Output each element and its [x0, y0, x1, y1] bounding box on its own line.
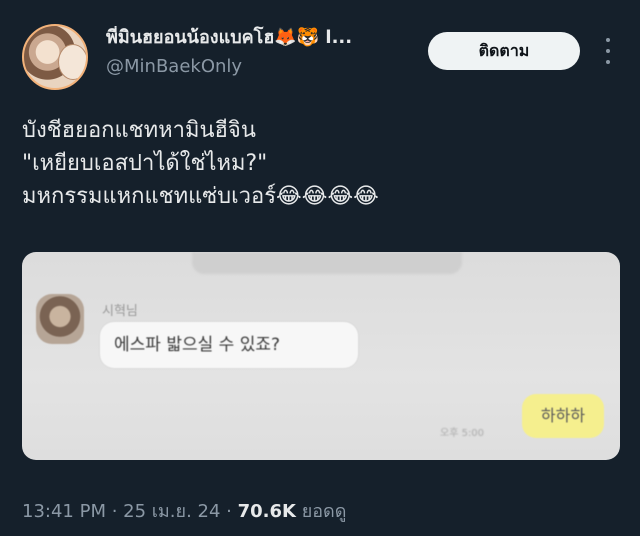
- meta-separator: ·: [220, 501, 238, 522]
- tweet-date[interactable]: 25 เม.ย. 24: [123, 501, 220, 522]
- chat-time-sent: 오후 5:00: [440, 428, 485, 439]
- author-avatar[interactable]: [22, 24, 88, 90]
- views-count: 70.6K: [237, 501, 296, 522]
- follow-button[interactable]: ติดตาม: [428, 32, 580, 70]
- author-names: พี่มินฮยอนน้องแบคโฮ🦊🐯 l... @MinBaekOnly: [106, 26, 416, 77]
- tweet-meta: 13:41 PM · 25 เม.ย. 24 · 70.6K ยอดดู: [22, 496, 346, 525]
- tweet-media-image[interactable]: 시혁님 에스파 밟으실 수 있죠? 오후 5:00 하하하: [22, 252, 620, 460]
- chat-bubble-received: 에스파 밟으실 수 있죠?: [100, 322, 358, 368]
- author-display-name[interactable]: พี่มินฮยอนน้องแบคโฮ🦊🐯 l...: [106, 26, 416, 50]
- tweet-time[interactable]: 13:41 PM: [22, 501, 106, 522]
- chat-bubble-sent: 하하하: [522, 394, 604, 438]
- chat-sender-name: 시혁님: [102, 304, 138, 319]
- tweet-text: บังชีฮยอกแชทหามินฮีจิน "เหยียบเอสปาได้ใช…: [22, 118, 379, 209]
- tweet-header: พี่มินฮยอนน้องแบคโฮ🦊🐯 l... @MinBaekOnly …: [22, 24, 622, 94]
- meta-separator: ·: [105, 501, 124, 522]
- ellipsis-vertical-icon[interactable]: [602, 38, 614, 64]
- author-handle[interactable]: @MinBaekOnly: [106, 56, 416, 77]
- views-label: ยอดดู: [301, 501, 347, 522]
- avatar-face: [58, 44, 86, 80]
- chat-date-pill: [192, 252, 462, 274]
- chat-avatar: [36, 294, 84, 344]
